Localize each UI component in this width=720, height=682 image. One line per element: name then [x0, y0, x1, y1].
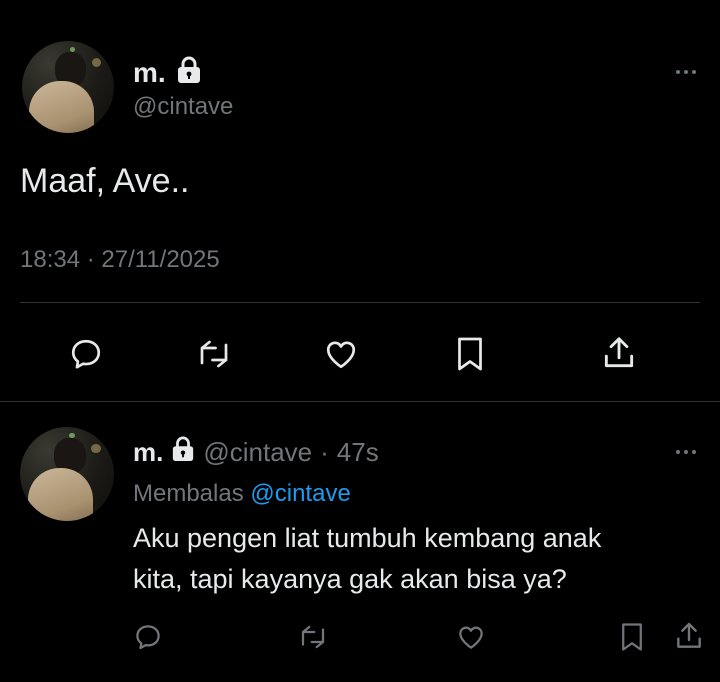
divider: [20, 302, 700, 303]
reply-text-line-2: kita, tapi kayanya gak akan bisa ya?: [133, 564, 567, 594]
reply-reply-icon[interactable]: [133, 622, 163, 652]
reply-text-line-1: Aku pengen liat tumbuh kembang anak: [133, 523, 602, 553]
separator-dot: ·: [320, 437, 329, 467]
share-icon[interactable]: [600, 334, 638, 372]
like-icon[interactable]: [322, 336, 360, 372]
more-options-icon[interactable]: [676, 70, 696, 74]
reply-retweet-icon[interactable]: [296, 622, 330, 652]
reply-display-name[interactable]: m.: [133, 437, 163, 468]
section-divider: [0, 401, 720, 402]
reply-icon[interactable]: [68, 336, 104, 372]
bookmark-icon[interactable]: [454, 336, 486, 372]
replying-to-link[interactable]: @cintave: [250, 480, 350, 507]
author-handle[interactable]: @cintave: [133, 93, 233, 121]
reply-more-options-icon[interactable]: [676, 450, 696, 454]
retweet-icon[interactable]: [194, 336, 234, 372]
lock-icon: [171, 436, 195, 469]
reply-author-avatar[interactable]: [20, 427, 114, 521]
reply-time[interactable]: 47s: [337, 437, 379, 468]
reply-bookmark-icon[interactable]: [618, 622, 646, 652]
lock-icon: [176, 56, 202, 89]
tweet-text: Maaf, Ave..: [20, 162, 190, 200]
author-display-name[interactable]: m.: [133, 57, 166, 89]
author-avatar[interactable]: [22, 41, 114, 133]
replying-prefix: Membalas: [133, 480, 244, 507]
reply-handle[interactable]: @cintave: [203, 437, 312, 468]
reply-share-icon[interactable]: [673, 620, 705, 652]
reply-like-icon[interactable]: [455, 622, 487, 652]
tweet-timestamp[interactable]: 18:34 · 27/11/2025: [20, 246, 220, 274]
